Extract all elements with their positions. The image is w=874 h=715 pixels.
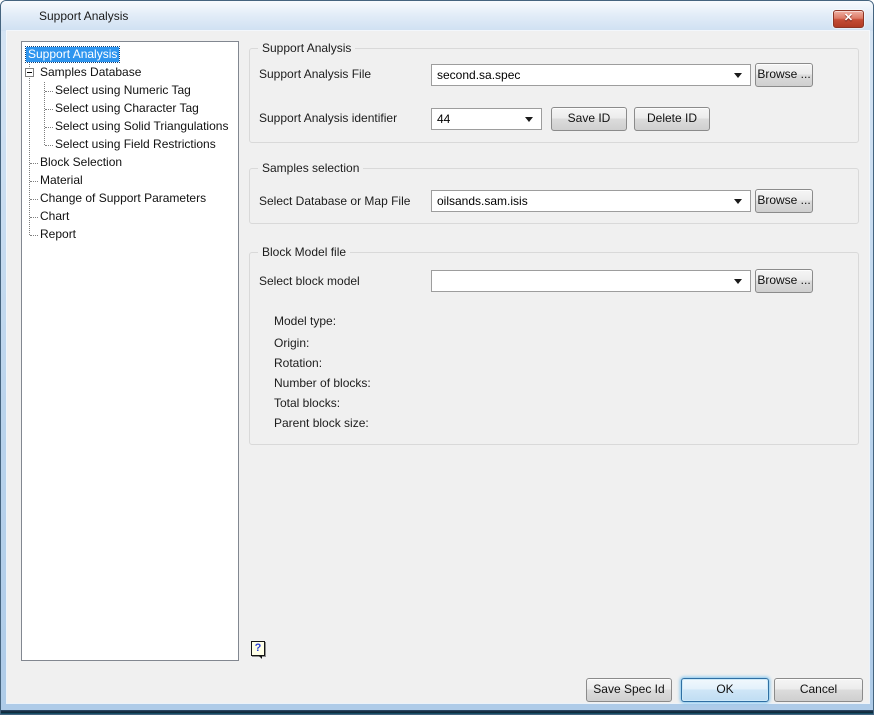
browse-block-model-button[interactable]: Browse ...	[755, 269, 813, 293]
tree-connector-stub	[45, 91, 53, 92]
tree-connector-stub	[30, 181, 38, 182]
group-title: Block Model file	[258, 245, 351, 260]
support-analysis-identifier-label: Support Analysis identifier	[259, 111, 398, 125]
identifier-combobox[interactable]: 44	[431, 108, 542, 130]
tree-connector-stub	[30, 217, 38, 218]
tree-item[interactable]: Chart	[22, 208, 238, 226]
tree-connector-stub	[45, 109, 53, 110]
save-id-button[interactable]: Save ID	[551, 107, 627, 131]
select-block-model-label: Select block model	[259, 274, 360, 288]
block-info-label: Total blocks:	[274, 396, 341, 410]
tree-item[interactable]: Support Analysis	[22, 46, 238, 64]
cancel-button[interactable]: Cancel	[774, 678, 863, 702]
tree-item-label: Select using Field Restrictions	[55, 137, 216, 151]
tree-connector-stub	[30, 199, 38, 200]
ok-button[interactable]: OK	[681, 678, 769, 702]
tree-connector-stub	[45, 127, 53, 128]
group-title: Samples selection	[258, 161, 364, 176]
support-analysis-file-value: second.sa.spec	[437, 68, 521, 82]
tree[interactable]: Support Analysis Samples Database Select u…	[21, 41, 239, 661]
support-analysis-file-combobox[interactable]: second.sa.spec	[431, 64, 751, 86]
tree-connector-stub	[30, 235, 38, 236]
tree-item[interactable]: Select using Field Restrictions	[22, 136, 238, 154]
identifier-value: 44	[437, 112, 451, 126]
select-database-label: Select Database or Map File	[259, 194, 411, 208]
minus-expander-icon[interactable]	[25, 68, 34, 77]
tree-item-label: Select using Solid Triangulations	[55, 119, 229, 133]
database-combobox[interactable]: oilsands.sam.isis	[431, 190, 751, 212]
dialog-content: Support Analysis Samples Database Select u…	[7, 31, 869, 703]
dropdown-arrow-icon[interactable]	[525, 117, 533, 122]
save-spec-id-button[interactable]: Save Spec Id	[586, 678, 672, 702]
block-info-label: Origin:	[274, 336, 310, 350]
close-icon[interactable]: ✕	[833, 10, 864, 28]
tree-item-label: Change of Support Parameters	[40, 191, 207, 205]
tree-item[interactable]: Select using Solid Triangulations	[22, 118, 238, 136]
dropdown-arrow-icon[interactable]	[734, 199, 742, 204]
tree-item-label: Material	[40, 173, 83, 187]
tree-connector-stub	[45, 145, 53, 146]
group-title: Support Analysis	[258, 41, 356, 56]
titlebar[interactable]: Support Analysis ✕	[1, 1, 873, 31]
tree-item-label: Block Selection	[40, 155, 123, 169]
dropdown-arrow-icon[interactable]	[734, 73, 742, 78]
database-value: oilsands.sam.isis	[437, 194, 528, 208]
tree-item-label: Report	[40, 227, 77, 241]
browse-file-button[interactable]: Browse ...	[755, 63, 813, 87]
help-icon[interactable]: ?	[251, 641, 265, 659]
tree-item[interactable]: Change of Support Parameters	[22, 190, 238, 208]
tree-item-label: Select using Character Tag	[55, 101, 199, 115]
browse-database-button[interactable]: Browse ...	[755, 189, 813, 213]
tree-item-label: Samples Database	[40, 65, 142, 79]
window-title: Support Analysis	[39, 9, 129, 23]
block-info-label: Number of blocks:	[274, 376, 371, 390]
tree-item[interactable]: Samples Database	[22, 64, 238, 82]
block-info-label: Parent block size:	[274, 416, 369, 430]
tree-item[interactable]: Select using Numeric Tag	[22, 82, 238, 100]
tree-item[interactable]: Material	[22, 172, 238, 190]
tree-item-label: Chart	[40, 209, 70, 223]
block-info-label: Rotation:	[274, 356, 323, 370]
tree-item[interactable]: Report	[22, 226, 238, 244]
block-model-combobox[interactable]	[431, 270, 751, 292]
tree-item-label: Support Analysis	[24, 46, 121, 63]
dialog-window: Support Analysis ✕ Support Analysis Sampl…	[0, 0, 874, 715]
tree-item[interactable]: Select using Character Tag	[22, 100, 238, 118]
tree-item[interactable]: Block Selection	[22, 154, 238, 172]
window-bottom-edge	[1, 710, 873, 714]
block-info-label: Model type:	[274, 314, 337, 328]
delete-id-button[interactable]: Delete ID	[634, 107, 710, 131]
support-analysis-file-label: Support Analysis File	[259, 67, 372, 81]
tree-connector-stub	[30, 163, 38, 164]
dropdown-arrow-icon[interactable]	[734, 279, 742, 284]
tree-item-label: Select using Numeric Tag	[55, 83, 191, 97]
